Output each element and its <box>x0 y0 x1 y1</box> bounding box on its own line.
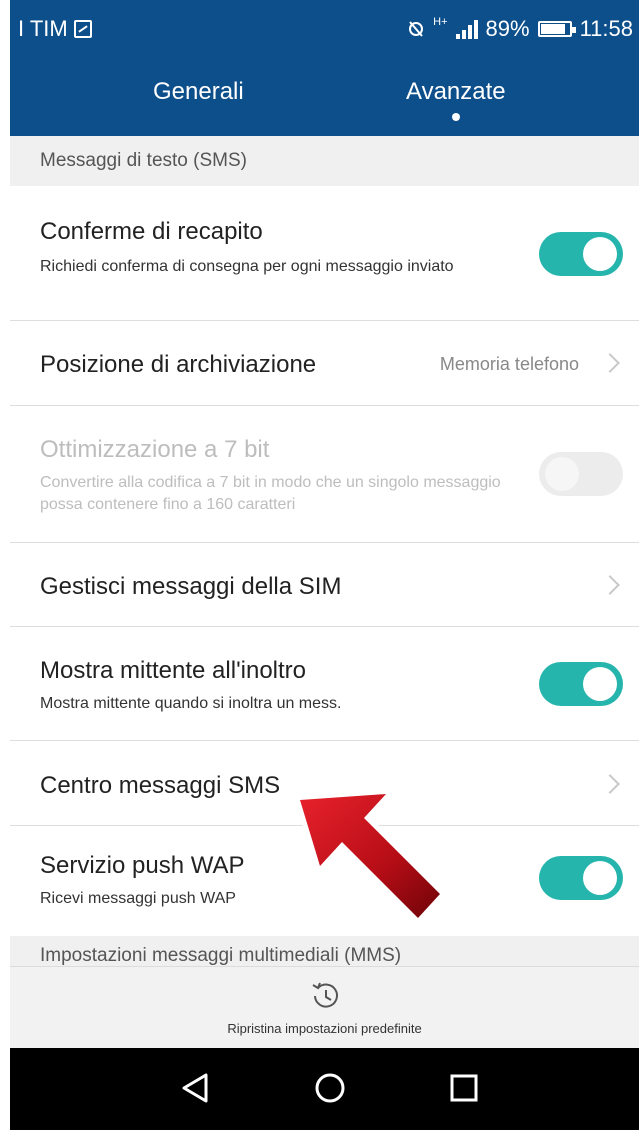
delivery-reports-toggle[interactable] <box>539 232 623 276</box>
navigation-bar <box>10 1048 639 1130</box>
network-type: H+ <box>433 16 448 28</box>
red-arrow-annotation-icon <box>295 790 445 923</box>
sim-icon <box>73 20 92 38</box>
row-title: Conferme di recapito <box>40 218 263 245</box>
row-show-sender-forward[interactable]: Mostra mittente all'inoltro Mostra mitte… <box>10 627 639 741</box>
chevron-right-icon <box>600 575 620 595</box>
restore-defaults-bar[interactable]: Ripristina impostazioni predefinite <box>10 966 639 1048</box>
active-tab-indicator <box>452 113 460 121</box>
home-icon[interactable] <box>312 1070 348 1106</box>
section-header-mms: Impostazioni messaggi multimediali (MMS) <box>10 936 639 966</box>
7bit-optimization-toggle <box>539 452 623 496</box>
chevron-right-icon <box>600 774 620 794</box>
row-title: Mostra mittente all'inoltro <box>40 657 307 684</box>
signal-icon <box>455 19 478 39</box>
restore-history-icon[interactable] <box>308 979 342 1013</box>
status-left: I TIM <box>18 16 92 42</box>
tab-generali[interactable]: Generali <box>153 78 244 106</box>
row-subtitle: Mostra mittente quando si inoltra un mes… <box>40 695 342 712</box>
row-title: Centro messaggi SMS <box>40 772 281 799</box>
settings-tabs: Generali Avanzate <box>10 58 639 136</box>
toggle-knob <box>583 861 617 895</box>
recent-apps-icon[interactable] <box>446 1070 482 1106</box>
battery-percent: 89% <box>485 16 530 41</box>
row-title: Posizione di archiviazione <box>40 351 317 378</box>
vibrate-icon <box>409 21 424 37</box>
storage-location-value: Memoria telefono <box>439 354 579 374</box>
tab-avanzate[interactable]: Avanzate <box>406 78 506 106</box>
sms-settings-screen: I TIM H+ 89% 11:58 Generali Avanzate Mes… <box>10 0 639 1130</box>
clock: 11:58 <box>579 16 633 41</box>
row-subtitle: Richiedi conferma di consegna per ogni m… <box>40 258 454 275</box>
show-sender-toggle[interactable] <box>539 662 623 706</box>
row-manage-sim-messages[interactable]: Gestisci messaggi della SIM <box>10 543 639 627</box>
row-title: Servizio push WAP <box>40 852 245 879</box>
chevron-right-icon <box>600 353 620 373</box>
row-storage-location[interactable]: Posizione di archiviazione Memoria telef… <box>10 321 639 406</box>
row-subtitle: Convertire alla codifica a 7 bit in modo… <box>40 474 501 513</box>
carrier-name: I TIM <box>18 16 68 41</box>
status-right: H+ 89% 11:58 <box>407 16 633 42</box>
row-7bit-optimization: Ottimizzazione a 7 bit Convertire alla c… <box>10 406 639 543</box>
row-delivery-reports[interactable]: Conferme di recapito Richiedi conferma d… <box>10 186 639 321</box>
wap-push-toggle[interactable] <box>539 856 623 900</box>
toggle-knob <box>583 237 617 271</box>
back-icon[interactable] <box>178 1070 214 1106</box>
toggle-knob <box>545 457 579 491</box>
section-header-sms: Messaggi di testo (SMS) <box>10 136 639 186</box>
status-bar: I TIM H+ 89% 11:58 <box>10 0 639 58</box>
row-title: Gestisci messaggi della SIM <box>40 573 342 600</box>
toggle-knob <box>583 667 617 701</box>
restore-defaults-label: Ripristina impostazioni predefinite <box>227 1021 422 1036</box>
battery-icon <box>537 21 576 37</box>
row-title: Ottimizzazione a 7 bit <box>40 436 270 463</box>
